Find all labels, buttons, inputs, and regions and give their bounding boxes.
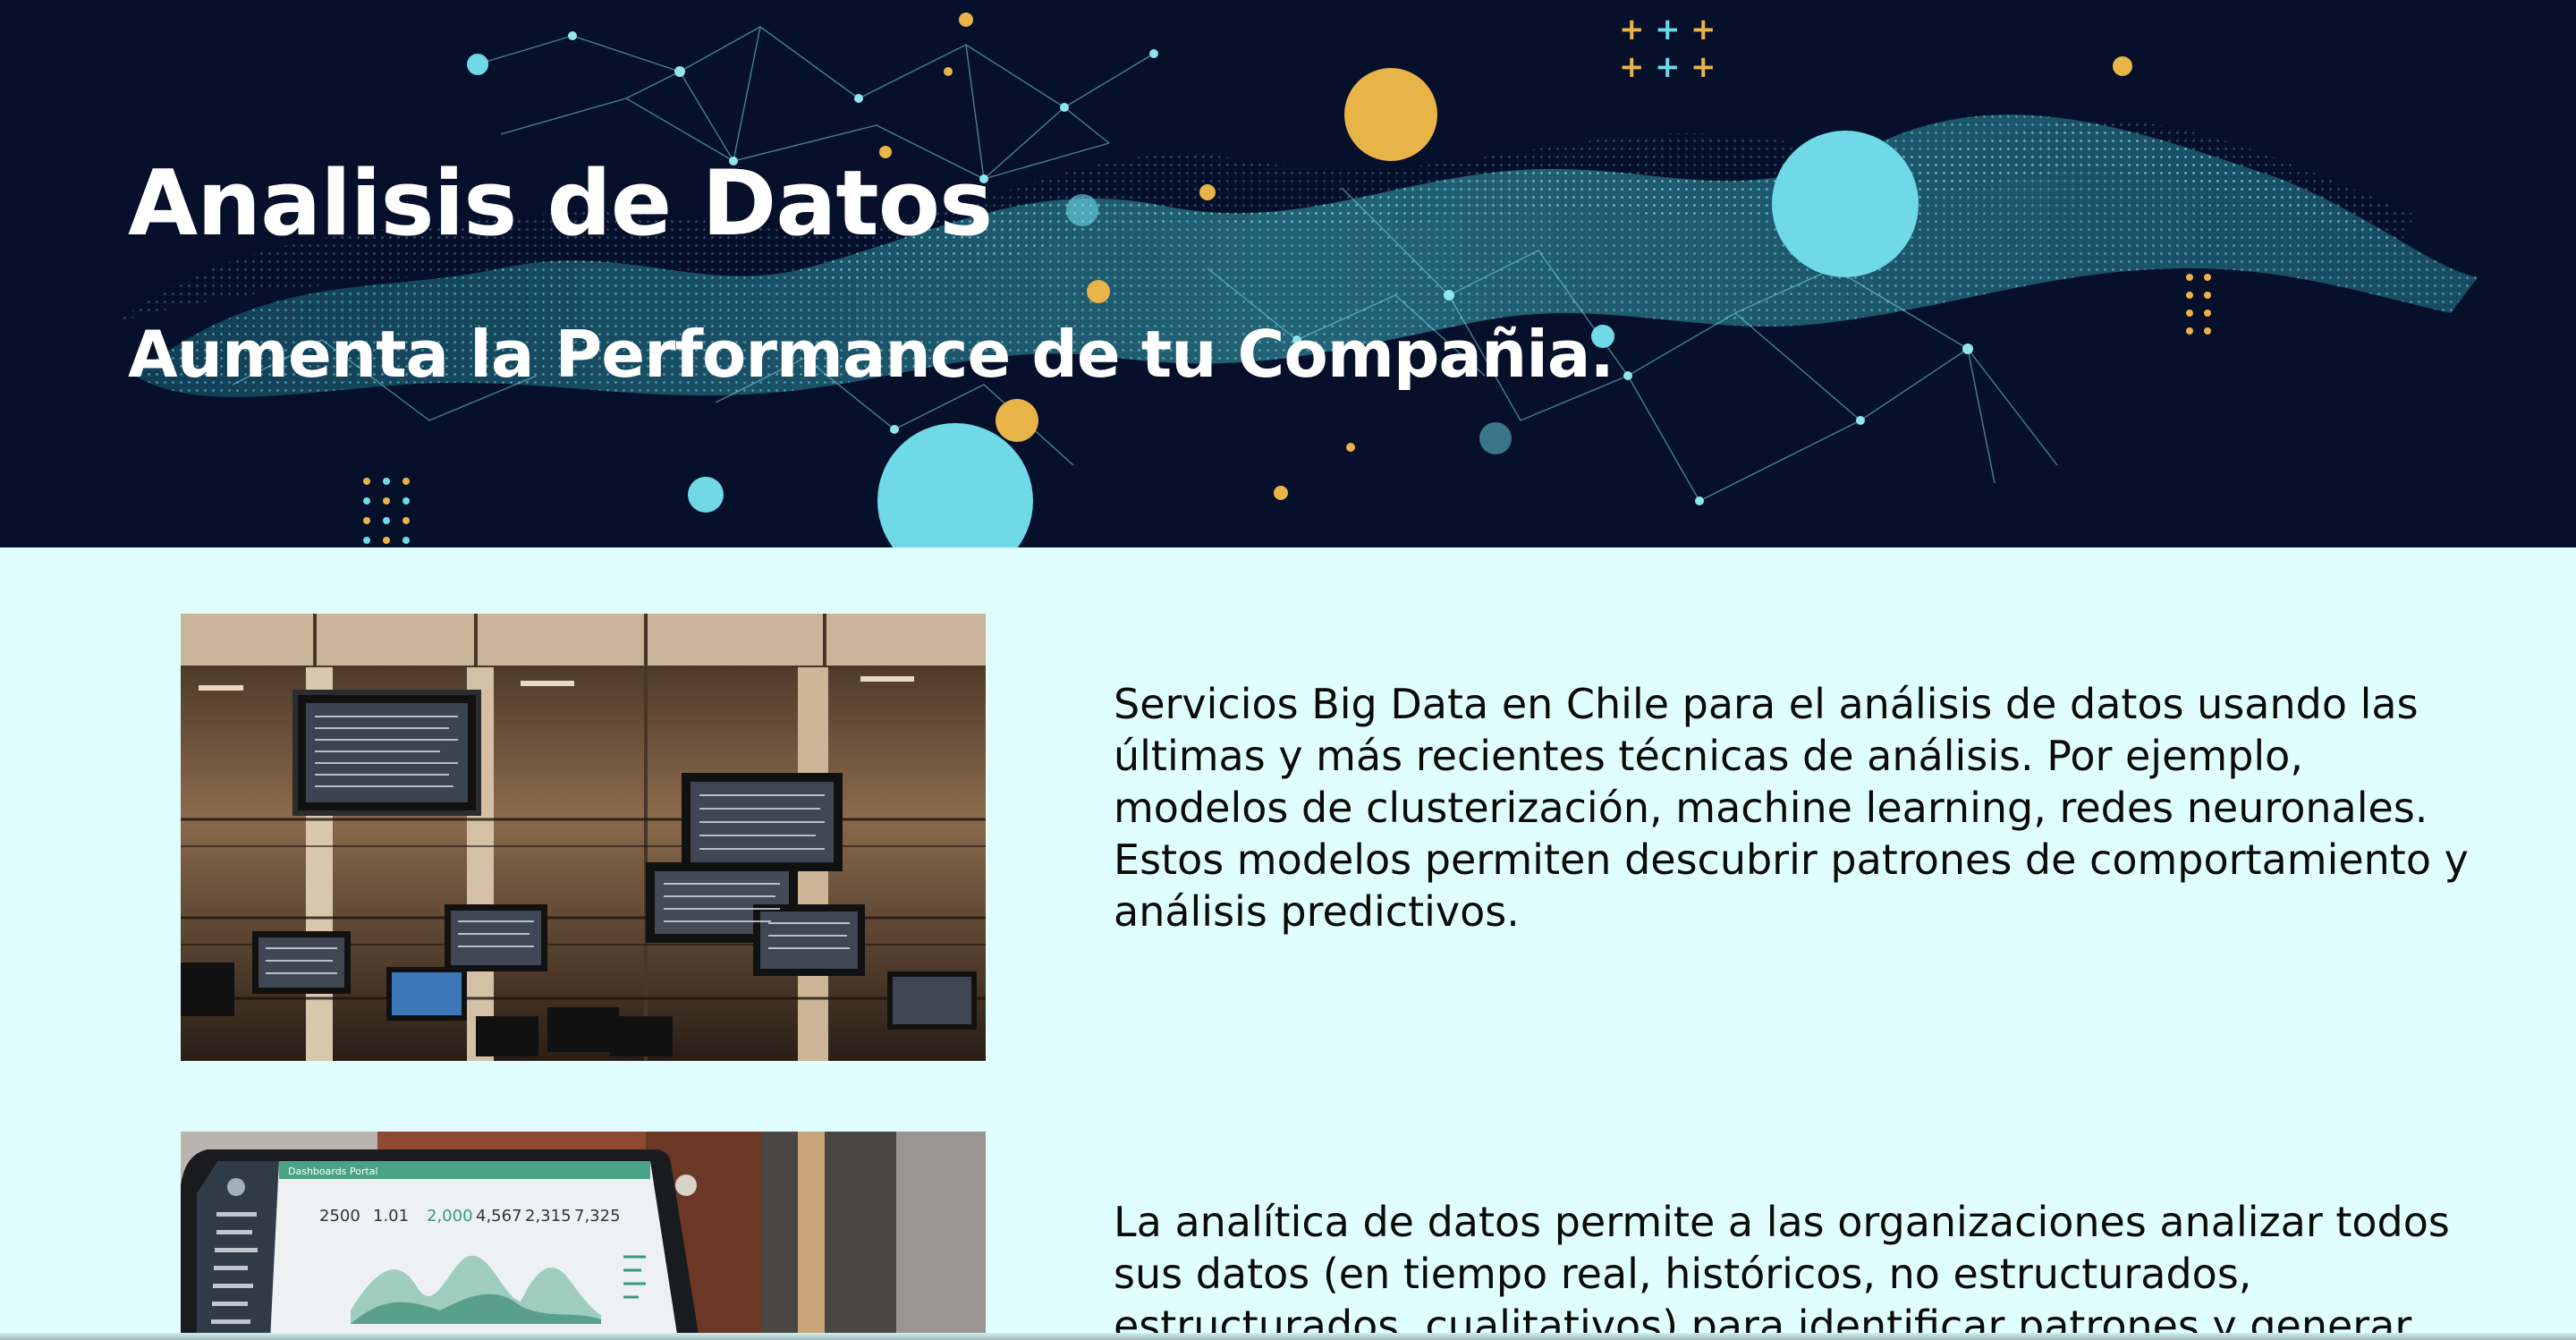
svg-text:+: + bbox=[1690, 49, 1716, 85]
laptop-dashboard-image: Dashboards Portal 2500 1.01 2,000 4,567 … bbox=[181, 1132, 986, 1340]
svg-text:+: + bbox=[1655, 49, 1681, 85]
section-description: La analítica de datos permite a las orga… bbox=[1114, 1198, 2450, 1340]
dashboard-stat: 1.01 bbox=[373, 1207, 409, 1226]
page-title: Analisis de Datos bbox=[128, 150, 993, 256]
dashboard-app-name: Dashboards Portal bbox=[288, 1166, 378, 1177]
dashboard-stat: 2500 bbox=[319, 1207, 360, 1226]
service-section-big-data: Servicios Big Data en Chile para el anál… bbox=[0, 547, 2576, 1066]
dashboard-stat: 2,000 bbox=[427, 1207, 473, 1226]
hero-banner: + + + + + + Analisis de Datos Aumenta la… bbox=[0, 0, 2576, 547]
page-subtitle: Aumenta la Performance de tu Compañia. bbox=[128, 317, 1614, 392]
svg-text:+: + bbox=[1619, 49, 1645, 85]
dashboard-stat: 4,567 bbox=[476, 1207, 522, 1226]
dashboard-stat: 2,315 bbox=[525, 1207, 572, 1226]
hero-background-network-art: + + + + + + bbox=[116, 12, 2478, 547]
svg-text:+: + bbox=[1655, 12, 1681, 47]
window-bottom-edge bbox=[0, 1333, 2576, 1340]
svg-text:+: + bbox=[1619, 12, 1645, 47]
page: + + + + + + Analisis de Datos Aumenta la… bbox=[0, 0, 2576, 1340]
dashboard-stat: 7,325 bbox=[574, 1207, 621, 1226]
data-center-monitors-image bbox=[181, 614, 986, 1061]
service-section-analytics: Dashboards Portal 2500 1.01 2,000 4,567 … bbox=[0, 1066, 2576, 1340]
svg-text:+: + bbox=[1690, 12, 1716, 47]
section-description: Servicios Big Data en Chile para el anál… bbox=[1114, 680, 2469, 936]
